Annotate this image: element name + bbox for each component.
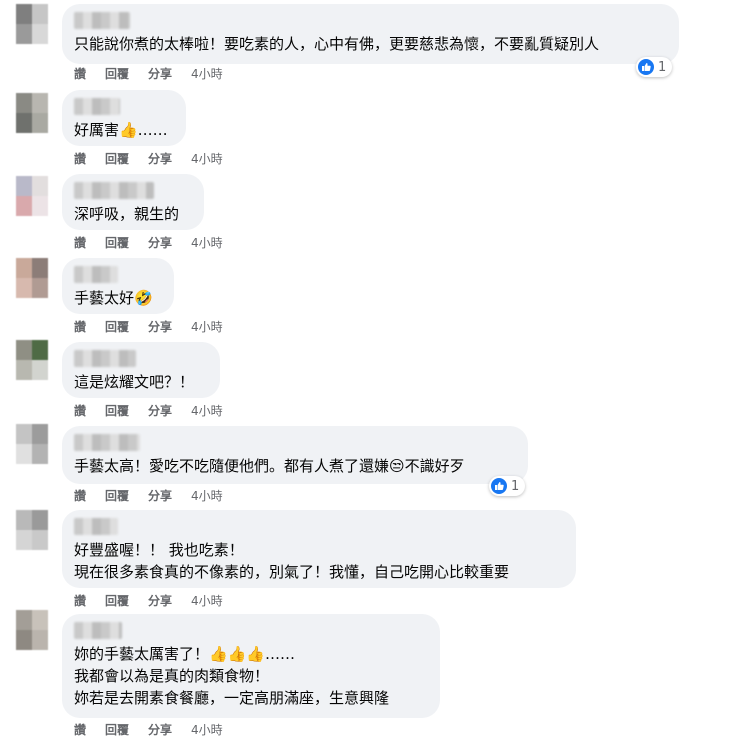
reply-button[interactable]: 回覆	[105, 403, 129, 419]
like-icon	[491, 478, 507, 494]
share-button[interactable]: 分享	[148, 319, 172, 335]
commenter-name[interactable]	[74, 12, 130, 29]
reply-button[interactable]: 回覆	[105, 319, 129, 335]
comment-text: 這是炫耀文吧？！	[74, 373, 195, 391]
comment-actions: 讚 回覆 分享 4小時	[74, 488, 223, 504]
commenter-name[interactable]	[74, 434, 140, 451]
avatar[interactable]	[16, 176, 48, 216]
avatar[interactable]	[16, 93, 48, 133]
avatar[interactable]	[16, 4, 48, 44]
comment-text: 好厲害👍……	[74, 121, 168, 139]
commenter-name[interactable]	[74, 622, 122, 639]
commenter-name[interactable]	[74, 350, 136, 367]
comment-bubble: 妳的手藝太厲害了！👍👍👍…… 我都會以為是真的肉類食物！ 妳若是去開素食餐廳，一…	[62, 614, 440, 718]
comment-actions: 讚 回覆 分享 4小時	[74, 319, 223, 335]
timestamp[interactable]: 4小時	[191, 593, 223, 609]
reply-button[interactable]: 回覆	[105, 593, 129, 609]
reply-button[interactable]: 回覆	[105, 151, 129, 167]
timestamp[interactable]: 4小時	[191, 722, 223, 738]
comment-actions: 讚 回覆 分享 4小時	[74, 235, 223, 251]
comment-text-line-1: 好豐盛喔！！ 我也吃素！	[74, 541, 244, 559]
reaction-number: 1	[658, 59, 667, 75]
share-button[interactable]: 分享	[148, 593, 172, 609]
comment-text-line-2: 現在很多素食真的不像素的，別氣了！我懂，自己吃開心比較重要	[74, 563, 510, 581]
comment-bubble: 只能說你煮的太棒啦！要吃素的人，心中有佛，更要慈悲為懷，不要亂質疑別人	[62, 4, 679, 64]
timestamp[interactable]: 4小時	[191, 488, 223, 504]
comment-actions: 讚 回覆 分享 4小時	[74, 403, 223, 419]
commenter-name[interactable]	[74, 98, 120, 115]
timestamp[interactable]: 4小時	[191, 235, 223, 251]
comment-actions: 讚 回覆 分享 4小時	[74, 593, 223, 609]
avatar[interactable]	[16, 258, 48, 298]
share-button[interactable]: 分享	[148, 488, 172, 504]
comment-bubble: 這是炫耀文吧？！	[62, 342, 220, 398]
avatar[interactable]	[16, 424, 48, 464]
commenter-name[interactable]	[74, 182, 154, 199]
comment-text: 手藝太高！愛吃不吃隨便他們。都有人煮了還嫌😒不識好歹	[74, 457, 465, 475]
comment-text: 只能說你煮的太棒啦！要吃素的人，心中有佛，更要慈悲為懷，不要亂質疑別人	[74, 35, 600, 53]
comment-actions: 讚 回覆 分享 4小時	[74, 722, 223, 738]
share-button[interactable]: 分享	[148, 66, 172, 82]
share-button[interactable]: 分享	[148, 235, 172, 251]
reaction-count[interactable]: 1	[636, 57, 673, 77]
comment-text-line-1: 妳的手藝太厲害了！👍👍👍……	[74, 645, 296, 663]
comment-bubble: 好豐盛喔！！ 我也吃素！ 現在很多素食真的不像素的，別氣了！我懂，自己吃開心比較…	[62, 510, 576, 588]
reply-button[interactable]: 回覆	[105, 66, 129, 82]
comment-bubble: 深呼吸，親生的	[62, 174, 204, 230]
reply-button[interactable]: 回覆	[105, 722, 129, 738]
comment-bubble: 手藝太好🤣	[62, 258, 174, 314]
timestamp[interactable]: 4小時	[191, 319, 223, 335]
like-button[interactable]: 讚	[74, 66, 86, 82]
like-button[interactable]: 讚	[74, 488, 86, 504]
share-button[interactable]: 分享	[148, 151, 172, 167]
like-button[interactable]: 讚	[74, 722, 86, 738]
comment-text-line-2: 我都會以為是真的肉類食物！	[74, 667, 270, 685]
comment-text: 手藝太好🤣	[74, 289, 153, 307]
avatar[interactable]	[16, 340, 48, 380]
timestamp[interactable]: 4小時	[191, 403, 223, 419]
reaction-count[interactable]: 1	[489, 476, 526, 496]
comment-bubble: 好厲害👍……	[62, 90, 186, 146]
reaction-number: 1	[511, 478, 520, 494]
reply-button[interactable]: 回覆	[105, 488, 129, 504]
avatar[interactable]	[16, 510, 48, 550]
like-icon	[638, 59, 654, 75]
timestamp[interactable]: 4小時	[191, 151, 223, 167]
commenter-name[interactable]	[74, 518, 118, 535]
comment-bubble: 手藝太高！愛吃不吃隨便他們。都有人煮了還嫌😒不識好歹	[62, 426, 528, 484]
timestamp[interactable]: 4小時	[191, 66, 223, 82]
share-button[interactable]: 分享	[148, 722, 172, 738]
like-button[interactable]: 讚	[74, 403, 86, 419]
avatar[interactable]	[16, 610, 48, 650]
comment-actions: 讚 回覆 分享 4小時	[74, 66, 223, 82]
like-button[interactable]: 讚	[74, 151, 86, 167]
like-button[interactable]: 讚	[74, 593, 86, 609]
share-button[interactable]: 分享	[148, 403, 172, 419]
comment-actions: 讚 回覆 分享 4小時	[74, 151, 223, 167]
like-button[interactable]: 讚	[74, 319, 86, 335]
comment-text-line-3: 妳若是去開素食餐廳，一定高朋滿座，生意興隆	[74, 689, 390, 707]
like-button[interactable]: 讚	[74, 235, 86, 251]
commenter-name[interactable]	[74, 266, 118, 283]
comment-text: 深呼吸，親生的	[74, 205, 180, 223]
reply-button[interactable]: 回覆	[105, 235, 129, 251]
